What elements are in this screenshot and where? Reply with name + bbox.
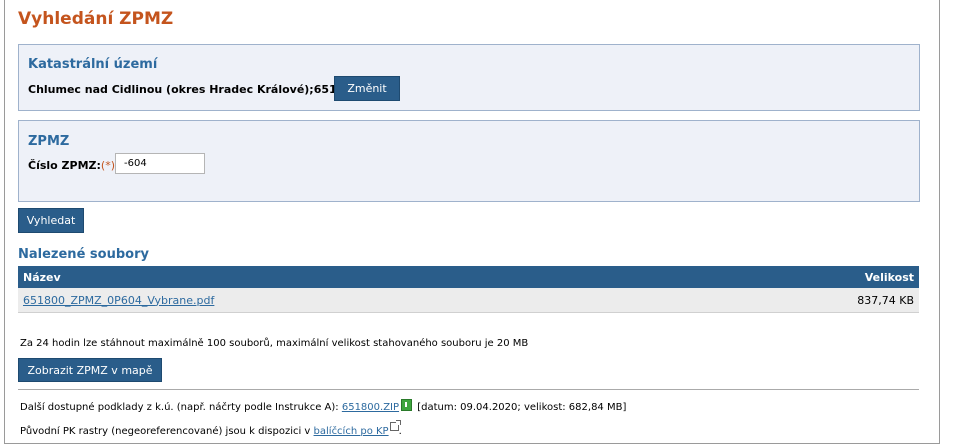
zip-file-icon (401, 399, 413, 411)
zip-download-link[interactable]: 651800.ZIP (342, 402, 399, 413)
cadastral-area-title: Katastrální území (28, 57, 158, 72)
column-header-size[interactable]: Velikost (694, 266, 919, 288)
table-row: 651800_ZPMZ_0P604_Vybrane.pdf 837,74 KB (18, 288, 919, 313)
zpmz-number-input[interactable] (115, 153, 205, 174)
file-download-link[interactable]: 651800_ZPMZ_0P604_Vybrane.pdf (23, 294, 214, 307)
cadastral-area-panel: Katastrální území Chlumec nad Cidlinou (… (18, 44, 920, 111)
found-files-title: Nalezené soubory (18, 247, 149, 262)
file-name-cell: 651800_ZPMZ_0P604_Vybrane.pdf (18, 288, 695, 313)
kp-packages-link[interactable]: balíčcích po KP (314, 426, 389, 437)
show-in-map-button[interactable]: Zobrazit ZPMZ v mapě (18, 358, 162, 382)
pk-rastry-suffix: . (398, 426, 402, 437)
other-documents-prefix: Další dostupné podklady z k.ú. (např. ná… (20, 402, 342, 413)
search-button[interactable]: Vyhledat (18, 208, 84, 233)
required-mark: (*) (100, 159, 116, 172)
external-link-icon (389, 420, 401, 431)
table-header-row: Název Velikost (18, 266, 919, 288)
pk-rastry-prefix: Původní PK rastry (negeoreferencované) j… (20, 426, 314, 437)
zpmz-number-label-text: Číslo ZPMZ: (28, 159, 101, 172)
other-documents-line: Další dostupné podklady z k.ú. (např. ná… (20, 399, 626, 413)
page-title: Vyhledání ZPMZ (18, 9, 174, 29)
found-files-table: Název Velikost 651800_ZPMZ_0P604_Vybrane… (18, 266, 919, 313)
download-limit-info: Za 24 hodin lze stáhnout maximálně 100 s… (20, 338, 529, 349)
zpmz-number-label: Číslo ZPMZ:(*) (28, 159, 115, 172)
column-header-name[interactable]: Název (18, 266, 695, 288)
pk-rastry-line: Původní PK rastry (negeoreferencované) j… (20, 420, 402, 437)
cadastral-area-value: Chlumec nad Cidlinou (okres Hradec Králo… (28, 83, 360, 96)
file-size-cell: 837,74 KB (694, 288, 919, 313)
divider (18, 389, 919, 390)
zpmz-panel: ZPMZ Číslo ZPMZ:(*) (18, 120, 920, 202)
other-documents-suffix: [datum: 09.04.2020; velikost: 682,84 MB] (414, 402, 627, 413)
change-button[interactable]: Změnit (334, 76, 400, 101)
zpmz-title: ZPMZ (28, 134, 70, 149)
